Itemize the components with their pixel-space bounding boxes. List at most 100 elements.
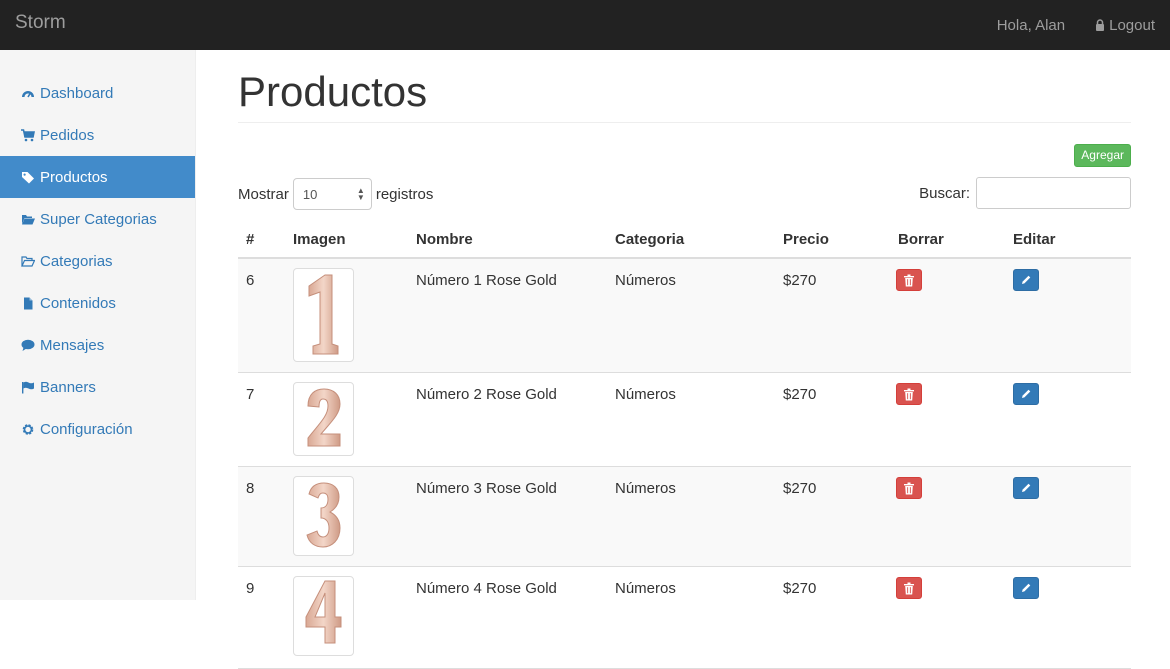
edit-button[interactable]	[1013, 477, 1039, 499]
delete-button[interactable]	[896, 269, 922, 291]
comment-icon	[21, 339, 35, 351]
sidebar-item-label: Banners	[40, 378, 96, 396]
sidebar-item-contenidos[interactable]: Contenidos	[0, 282, 195, 324]
sidebar: Dashboard Pedidos Productos Super Catego…	[0, 50, 196, 600]
page-length-value: 10	[302, 186, 318, 202]
col-header-editar[interactable]: Editar	[1005, 222, 1131, 259]
add-button[interactable]: Agregar	[1074, 144, 1131, 167]
sidebar-item-pedidos[interactable]: Pedidos	[0, 114, 195, 156]
cell-price: $270	[775, 372, 890, 467]
search-input[interactable]	[976, 177, 1131, 209]
table-row: 6 Número 1 Rose Gold Números $270	[238, 258, 1131, 373]
title-divider	[238, 122, 1131, 123]
brand-link[interactable]: Storm	[15, 12, 66, 34]
sidebar-item-label: Mensajes	[40, 336, 105, 354]
cell-id: 7	[238, 372, 285, 467]
cell-id: 8	[238, 466, 285, 567]
cell-name: Número 2 Rose Gold	[408, 372, 607, 467]
product-thumbnail[interactable]	[293, 576, 354, 656]
sidebar-item-dashboard[interactable]: Dashboard	[0, 72, 195, 114]
select-arrows-icon: ▲ ▼	[356, 186, 365, 202]
product-thumbnail[interactable]	[293, 476, 354, 556]
cell-delete	[890, 566, 1005, 669]
products-table: # Imagen Nombre Categoria Precio Borrar …	[238, 222, 1131, 669]
trash-icon	[904, 482, 914, 494]
col-header-id[interactable]: #	[238, 222, 285, 259]
table-header-row: # Imagen Nombre Categoria Precio Borrar …	[238, 222, 1131, 259]
cell-category: Números	[607, 372, 775, 467]
edit-button[interactable]	[1013, 577, 1039, 599]
sidebar-item-configuracion[interactable]: Configuración	[0, 408, 195, 450]
edit-button[interactable]	[1013, 269, 1039, 291]
cell-name: Número 3 Rose Gold	[408, 466, 607, 567]
product-thumbnail[interactable]	[293, 382, 354, 456]
col-header-precio[interactable]: Precio	[775, 222, 890, 259]
logout-link[interactable]: Logout	[1095, 17, 1155, 34]
delete-button[interactable]	[896, 383, 922, 405]
greeting-link[interactable]: Hola, Alan	[997, 17, 1065, 34]
page-length-select[interactable]: 10 ▲ ▼	[292, 178, 372, 210]
cog-icon	[22, 423, 34, 435]
cell-image	[285, 372, 408, 467]
sidebar-item-label: Categorias	[40, 252, 113, 270]
edit-button[interactable]	[1013, 383, 1039, 405]
col-header-borrar[interactable]: Borrar	[890, 222, 1005, 259]
cell-edit	[1005, 566, 1131, 669]
length-label-before: Mostrar	[238, 185, 289, 203]
cell-category: Números	[607, 566, 775, 669]
table-row: 8 Número 3 Rose Gold Números $270	[238, 466, 1131, 567]
cell-edit	[1005, 258, 1131, 373]
main-content: Productos Agregar Mostrar 10 ▲ ▼ registro…	[238, 50, 1131, 669]
cell-delete	[890, 466, 1005, 567]
trash-icon	[904, 582, 914, 594]
tag-icon	[22, 171, 34, 183]
flag-icon	[22, 381, 34, 393]
sidebar-item-banners[interactable]: Banners	[0, 366, 195, 408]
sidebar-item-categorias[interactable]: Categorias	[0, 240, 195, 282]
table-row: 7 Número 2 Rose Gold Números $270	[238, 372, 1131, 467]
balloon-number-3-image	[306, 482, 341, 548]
search-label: Buscar:	[919, 184, 970, 202]
sidebar-item-super-categorias[interactable]: Super Categorias	[0, 198, 195, 240]
col-header-nombre[interactable]: Nombre	[408, 222, 607, 259]
lock-icon	[1096, 19, 1105, 31]
balloon-number-4-image	[305, 580, 342, 644]
col-header-imagen[interactable]: Imagen	[285, 222, 408, 259]
sidebar-item-label: Pedidos	[40, 126, 95, 144]
cell-price: $270	[775, 258, 890, 373]
delete-button[interactable]	[896, 477, 922, 499]
cell-id: 6	[238, 258, 285, 373]
product-thumbnail[interactable]	[293, 268, 354, 362]
cart-icon	[21, 128, 35, 141]
dashboard-icon	[22, 90, 34, 97]
cell-image	[285, 466, 408, 567]
cell-name: Número 4 Rose Gold	[408, 566, 607, 669]
pencil-icon	[1022, 583, 1031, 592]
folder-open-icon	[22, 214, 35, 224]
cell-name: Número 1 Rose Gold	[408, 258, 607, 373]
cell-price: $270	[775, 566, 890, 669]
cell-image	[285, 258, 408, 373]
navbar-right: Hola, Alan Logout	[997, 0, 1170, 50]
file-icon	[24, 297, 33, 309]
table-row: 9 Número 4 Rose Gold Números $270	[238, 566, 1131, 669]
delete-button[interactable]	[896, 577, 922, 599]
length-label-after: registros	[375, 185, 434, 203]
col-header-categoria[interactable]: Categoria	[607, 222, 775, 259]
balloon-number-2-image	[307, 388, 341, 447]
sidebar-menu: Dashboard Pedidos Productos Super Catego…	[0, 50, 195, 450]
pencil-icon	[1022, 389, 1031, 398]
cell-image	[285, 566, 408, 669]
sidebar-item-mensajes[interactable]: Mensajes	[0, 324, 195, 366]
top-navbar: Storm Hola, Alan Logout	[0, 0, 1170, 50]
search-control: Buscar:	[919, 177, 1131, 209]
pencil-icon	[1022, 275, 1031, 284]
length-control: Mostrar 10 ▲ ▼ registros	[238, 178, 433, 210]
sidebar-item-label: Contenidos	[40, 294, 116, 312]
cell-price: $270	[775, 466, 890, 567]
pencil-icon	[1022, 483, 1031, 492]
logout-label: Logout	[1109, 16, 1155, 34]
cell-category: Números	[607, 466, 775, 567]
balloon-number-1-image	[308, 274, 339, 355]
sidebar-item-productos[interactable]: Productos	[0, 156, 195, 198]
